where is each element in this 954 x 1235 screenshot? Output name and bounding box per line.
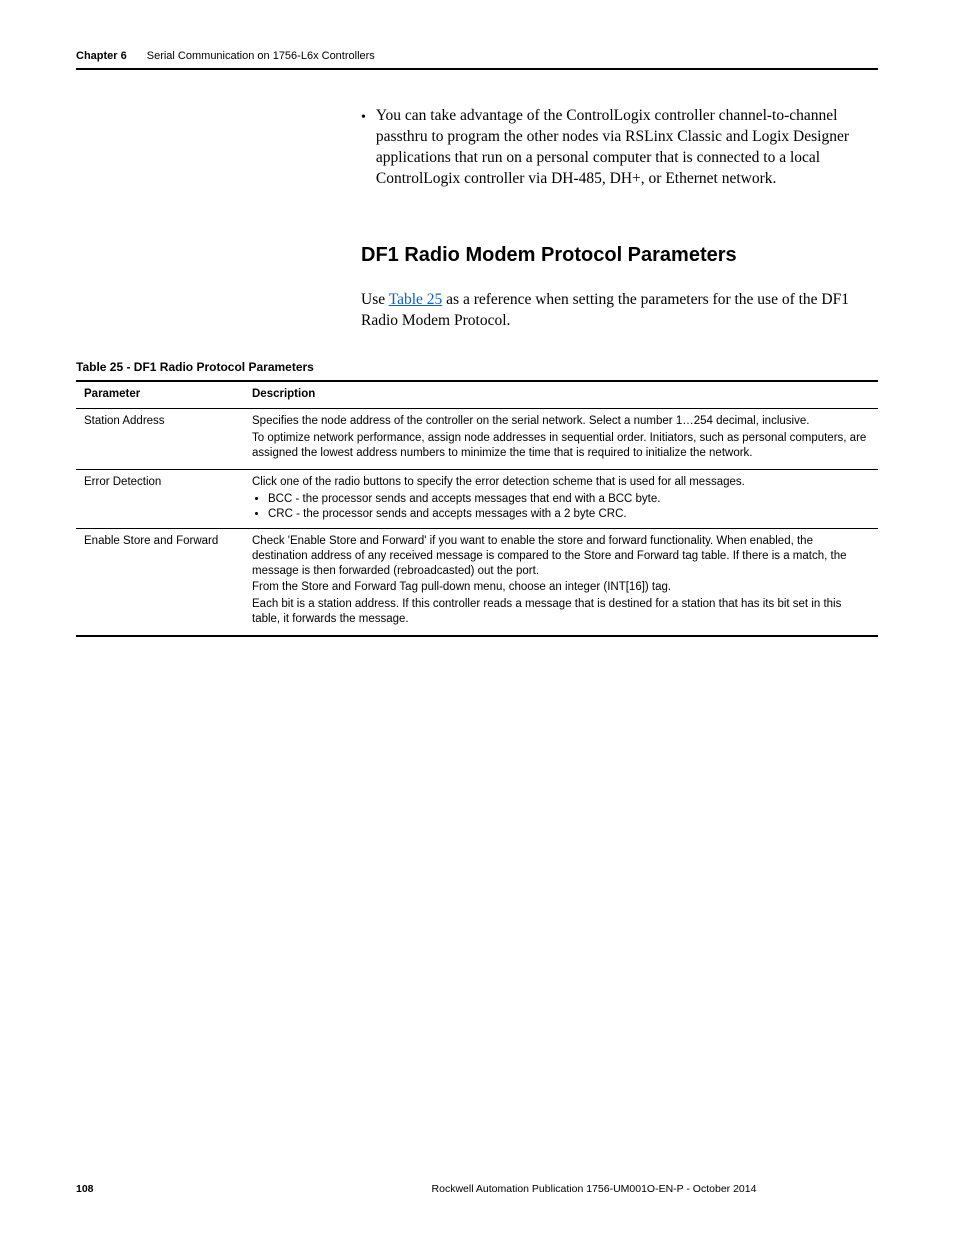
table-row: Station Address Specifies the node addre… — [76, 409, 878, 470]
cell-parameter: Station Address — [76, 409, 244, 470]
publication-info: Rockwell Automation Publication 1756-UM0… — [310, 1183, 878, 1195]
page-footer: 108 Rockwell Automation Publication 1756… — [76, 1183, 878, 1195]
param-table: Parameter Description Station Address Sp… — [76, 380, 878, 637]
desc-bullet-item: BCC - the processor sends and accepts me… — [268, 492, 870, 507]
section-intro: Use Table 25 as a reference when setting… — [361, 289, 878, 332]
desc-text: Click one of the radio buttons to specif… — [252, 475, 870, 490]
col-header-parameter: Parameter — [76, 381, 244, 408]
cell-description: Check 'Enable Store and Forward' if you … — [244, 528, 878, 636]
chapter-label: Chapter 6 — [76, 50, 127, 62]
desc-text: Each bit is a station address. If this c… — [252, 597, 870, 627]
intro-prefix: Use — [361, 291, 389, 308]
bullet-icon: • — [361, 106, 366, 190]
page-number: 108 — [76, 1183, 310, 1195]
cell-parameter: Error Detection — [76, 469, 244, 528]
desc-bullet-list: BCC - the processor sends and accepts me… — [256, 492, 870, 522]
table-25-link[interactable]: Table 25 — [389, 291, 443, 308]
cell-description: Specifies the node address of the contro… — [244, 409, 878, 470]
chapter-title: Serial Communication on 1756-L6x Control… — [147, 50, 375, 62]
page-container: Chapter 6 Serial Communication on 1756-L… — [0, 0, 954, 1235]
section-heading: DF1 Radio Modem Protocol Parameters — [361, 244, 878, 267]
table-row: Enable Store and Forward Check 'Enable S… — [76, 528, 878, 636]
col-header-description: Description — [244, 381, 878, 408]
body-column: • You can take advantage of the ControlL… — [361, 106, 878, 332]
intro-bullet-item: • You can take advantage of the ControlL… — [361, 106, 878, 190]
table-caption: Table 25 - DF1 Radio Protocol Parameters — [76, 360, 878, 374]
cell-parameter: Enable Store and Forward — [76, 528, 244, 636]
desc-text: Check 'Enable Store and Forward' if you … — [252, 534, 870, 579]
intro-bullet-text: You can take advantage of the ControlLog… — [376, 106, 878, 190]
desc-text: To optimize network performance, assign … — [252, 431, 870, 461]
running-header: Chapter 6 Serial Communication on 1756-L… — [76, 50, 878, 70]
table-header-row: Parameter Description — [76, 381, 878, 408]
table-row: Error Detection Click one of the radio b… — [76, 469, 878, 528]
desc-text: From the Store and Forward Tag pull-down… — [252, 580, 870, 595]
cell-description: Click one of the radio buttons to specif… — [244, 469, 878, 528]
desc-text: Specifies the node address of the contro… — [252, 414, 870, 429]
desc-bullet-item: CRC - the processor sends and accepts me… — [268, 507, 870, 522]
